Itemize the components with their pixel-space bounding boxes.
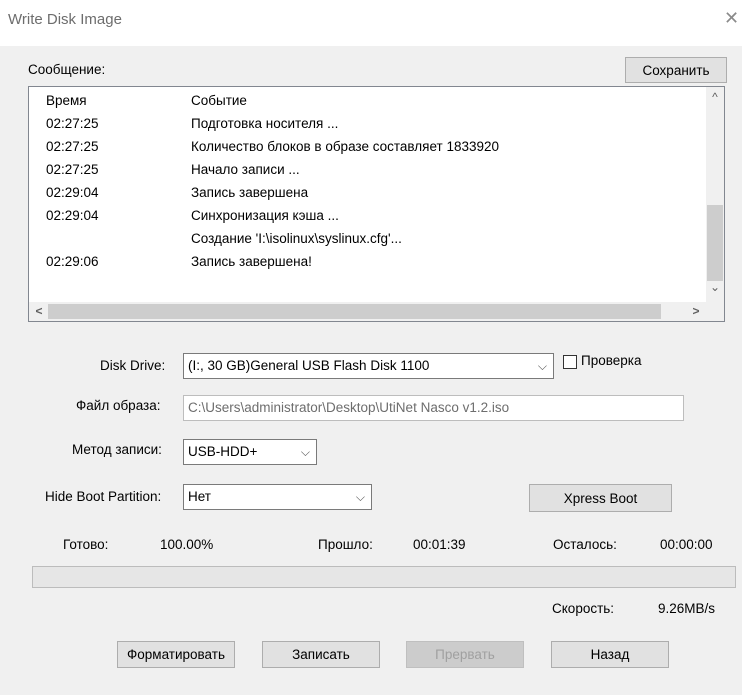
scroll-left-icon[interactable]: < [30,304,48,318]
disk-drive-value: (I:, 30 GB)General USB Flash Disk 1100 [188,358,430,373]
write-method-label: Метод записи: [72,442,162,457]
image-file-label: Файл образа: [76,398,161,413]
hide-boot-label: Hide Boot Partition: [45,489,162,504]
write-method-value: USB-HDD+ [188,444,258,459]
log-event: Запись завершена! [191,254,312,269]
log-row: 02:27:25 Подготовка носителя ... [29,112,705,135]
hide-boot-value: Нет [188,489,211,504]
format-button[interactable]: Форматировать [117,641,235,668]
write-method-select[interactable]: USB-HDD+ ⌵ [183,439,317,465]
log-time: 02:27:25 [46,162,99,177]
log-header: Время Событие [29,89,705,112]
log-time: 02:29:06 [46,254,99,269]
log-time: 02:29:04 [46,208,99,223]
speed-value: 9.26MB/s [658,601,716,616]
title-bar: Write Disk Image ✕ [0,0,742,46]
chevron-down-icon: ⌵ [355,490,365,504]
scroll-right-icon[interactable]: > [687,304,705,318]
log-row: Создание 'I:\isolinux\syslinux.cfg'... [29,227,705,250]
message-label: Сообщение: [28,62,106,77]
log-time: 02:27:25 [46,116,99,131]
log-event: Синхронизация кэша ... [191,208,339,223]
elapsed-label: Прошло: [318,537,373,552]
scroll-down-icon[interactable]: ⌄ [706,280,724,294]
elapsed-value: 00:01:39 [413,537,466,552]
window-title: Write Disk Image [8,11,122,28]
abort-button: Прервать [406,641,524,668]
log-event: Начало записи ... [191,162,300,177]
verify-checkbox[interactable] [563,355,577,369]
verify-label[interactable]: Проверка [581,353,641,368]
log-row: 02:27:25 Количество блоков в образе соста… [29,135,705,158]
done-label: Готово: [63,537,109,552]
remaining-label: Осталось: [553,537,617,552]
speed-label: Скорость: [552,601,615,616]
disk-drive-label: Disk Drive: [100,358,166,373]
vertical-scrollbar[interactable]: ^ ⌄ [706,87,724,302]
save-button[interactable]: Сохранить [625,57,727,83]
remaining-value: 00:00:00 [660,537,713,552]
close-icon[interactable]: ✕ [724,8,739,29]
time-column-header: Время [46,93,87,108]
log-event: Количество блоков в образе составляет 18… [191,139,500,154]
scroll-up-icon[interactable]: ^ [706,90,724,104]
disk-drive-select[interactable]: (I:, 30 GB)General USB Flash Disk 1100 ⌵ [183,353,554,379]
log-event: Создание 'I:\isolinux\syslinux.cfg'... [191,231,402,246]
horizontal-scrollbar[interactable]: < > [29,302,706,321]
scroll-corner [706,302,724,321]
back-button[interactable]: Назад [551,641,669,668]
write-button[interactable]: Записать [262,641,380,668]
xpress-boot-button[interactable]: Xpress Boot [529,484,672,512]
log-time: 02:27:25 [46,139,99,154]
chevron-down-icon: ⌵ [537,359,547,373]
log-row: 02:29:06 Запись завершена! [29,250,705,273]
scroll-thumb[interactable] [707,205,723,281]
progress-bar [32,566,736,588]
log-time: 02:29:04 [46,185,99,200]
image-file-field[interactable]: C:\Users\administrator\Desktop\UtiNet Na… [183,395,684,421]
log-row: 02:27:25 Начало записи ... [29,158,705,181]
log-row: 02:29:04 Синхронизация кэша ... [29,204,705,227]
log-event: Подготовка носителя ... [191,116,339,131]
hscroll-thumb[interactable] [48,304,661,319]
log-row: 02:29:04 Запись завершена [29,181,705,204]
log-event: Запись завершена [191,185,309,200]
done-value: 100.00% [160,537,214,552]
log-list[interactable]: Время Событие 02:27:25 Подготовка носител… [28,86,725,322]
chevron-down-icon: ⌵ [300,445,310,459]
hide-boot-select[interactable]: Нет ⌵ [183,484,372,510]
event-column-header: Событие [191,93,247,108]
